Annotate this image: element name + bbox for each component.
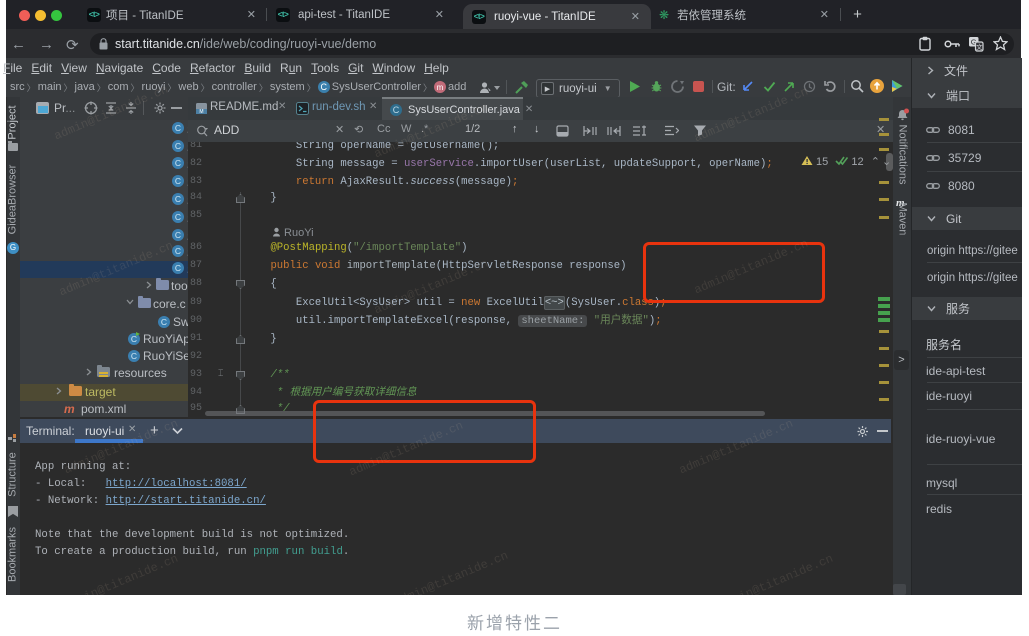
svg-text:文: 文 <box>976 42 983 51</box>
